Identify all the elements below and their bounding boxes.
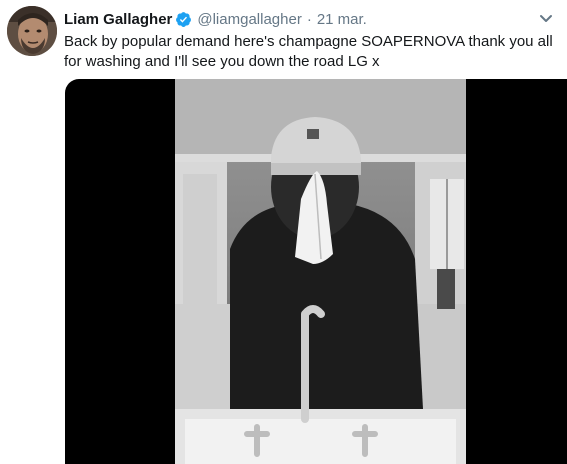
video-still-image [175, 79, 466, 464]
separator-dot: · [306, 10, 312, 28]
avatar[interactable] [7, 6, 57, 56]
verified-badge-icon [175, 11, 192, 28]
tweet-text: Back by popular demand here's champagne … [64, 33, 553, 70]
video-frame [175, 79, 466, 464]
chevron-down-icon[interactable] [539, 12, 553, 24]
avatar-photo [7, 6, 57, 56]
tweet-media-video[interactable] [65, 79, 567, 464]
user-handle[interactable]: @liamgallagher [197, 11, 301, 28]
tweet-timestamp[interactable]: 21 mar. [317, 11, 367, 28]
tweet-header: Liam Gallagher @liamgallagher · 21 mar. [64, 9, 367, 29]
display-name[interactable]: Liam Gallagher [64, 11, 172, 28]
tweet: Liam Gallagher @liamgallagher · 21 mar. … [0, 0, 567, 464]
